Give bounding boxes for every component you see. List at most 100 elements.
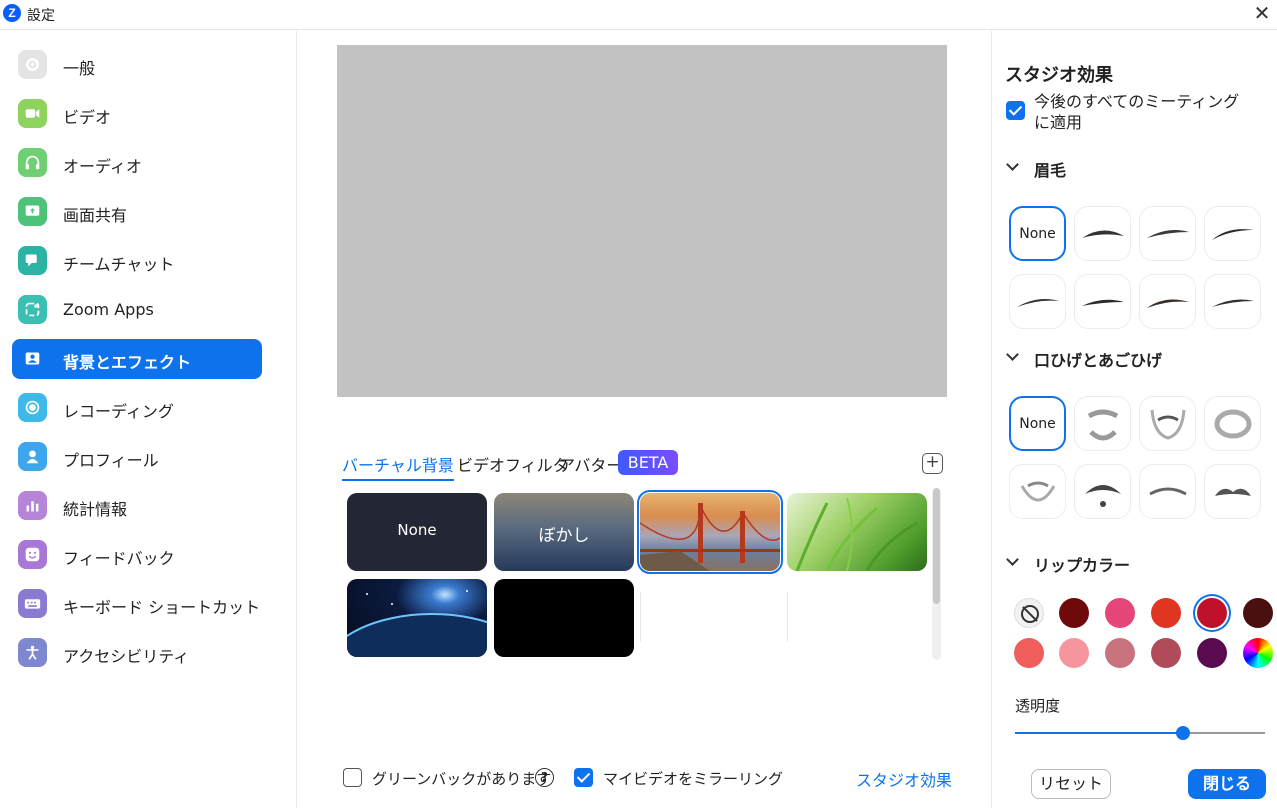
sidebar-item-label: 一般 xyxy=(63,59,96,78)
mustache-none-option[interactable]: None xyxy=(1009,396,1066,451)
eyebrow-none-option[interactable]: None xyxy=(1009,206,1066,261)
eyebrow-option[interactable] xyxy=(1139,206,1196,261)
eyebrow-none-label: None xyxy=(1019,225,1056,242)
sidebar-item-label: レコーディング xyxy=(63,402,174,421)
eyebrow-option[interactable] xyxy=(1139,274,1196,329)
studio-effects-panel: スタジオ効果 今後のすべてのミーティングに適用 眉毛 None 口ひげとあごひげ… xyxy=(991,31,1277,808)
sidebar-item-feedback[interactable]: フィードバック xyxy=(12,535,262,575)
eyebrow-icon xyxy=(1146,299,1189,308)
lip-color-swatch[interactable] xyxy=(1151,598,1181,628)
grass-image xyxy=(795,497,918,571)
close-window-icon[interactable]: ✕ xyxy=(1251,2,1273,24)
sidebar-item-gear[interactable]: 一般 xyxy=(12,45,262,85)
background-earth[interactable] xyxy=(347,579,487,657)
statistics-icon xyxy=(18,491,47,520)
sidebar-item-accessibility[interactable]: アクセシビリティ xyxy=(12,633,262,673)
tab-video-filter[interactable]: ビデオフィルタ xyxy=(457,452,569,476)
chevron-down-icon xyxy=(1006,553,1019,566)
lip-color-swatch[interactable] xyxy=(1243,598,1273,628)
sidebar-item-keyboard[interactable]: キーボード ショートカット xyxy=(12,584,262,624)
chat-icon xyxy=(18,246,47,275)
share-screen-icon xyxy=(18,197,47,226)
mirror-video-checkbox[interactable] xyxy=(574,768,593,787)
sidebar-item-label: チームチャット xyxy=(63,255,175,274)
lip-color-swatch[interactable] xyxy=(1014,638,1044,668)
sidebar-item-label: オーディオ xyxy=(63,157,142,176)
earth-image xyxy=(347,590,487,657)
background-black[interactable] xyxy=(494,579,634,657)
help-icon[interactable]: ? xyxy=(535,768,554,787)
feedback-icon xyxy=(18,540,47,569)
mustache-option[interactable] xyxy=(1204,464,1261,519)
reset-button[interactable]: リセット xyxy=(1031,769,1111,799)
eyebrow-option[interactable] xyxy=(1204,206,1261,261)
background-none[interactable]: None xyxy=(347,493,487,571)
apply-all-checkbox[interactable] xyxy=(1006,101,1025,120)
settings-sidebar: 一般ビデオオーディオ画面共有チームチャット Zoom Apps 背景とエフェクト レコ… xyxy=(0,31,297,808)
sidebar-item-share-screen[interactable]: 画面共有 xyxy=(12,192,262,232)
lip-color-swatch[interactable] xyxy=(1059,598,1089,628)
lip-color-swatch[interactable] xyxy=(1197,638,1227,668)
lip-color-swatch[interactable] xyxy=(1105,638,1135,668)
apply-all-label: 今後のすべてのミーティングに適用 xyxy=(1034,92,1240,132)
mustache-option[interactable] xyxy=(1139,464,1196,519)
eyebrow-option[interactable] xyxy=(1074,206,1131,261)
eyebrow-icon xyxy=(1146,229,1189,238)
beard-option[interactable] xyxy=(1009,464,1066,519)
lip-color-swatch[interactable] xyxy=(1059,638,1089,668)
background-grid: None ぼかし xyxy=(340,486,930,660)
sidebar-item-label: 背景とエフェクト xyxy=(63,353,192,372)
lip-color-swatch[interactable] xyxy=(1197,598,1227,628)
green-screen-checkbox[interactable] xyxy=(343,768,362,787)
profile-icon xyxy=(18,442,47,471)
background-blur[interactable]: ぼかし xyxy=(494,493,634,571)
no-lip-color-icon[interactable] xyxy=(1014,598,1044,628)
eyebrow-option[interactable] xyxy=(1009,274,1066,329)
background-slot-divider xyxy=(787,592,788,642)
mustache-icon xyxy=(1148,487,1187,495)
eyebrow-option[interactable] xyxy=(1204,274,1261,329)
custom-color-wheel[interactable] xyxy=(1243,638,1273,668)
beard-option[interactable] xyxy=(1074,396,1131,451)
background-slot-divider xyxy=(640,592,641,642)
scrollbar-thumb[interactable] xyxy=(933,488,940,604)
studio-effects-link[interactable]: スタジオ効果 xyxy=(856,767,952,791)
sidebar-item-label: Zoom Apps xyxy=(63,300,154,319)
chevron-down-icon xyxy=(1006,348,1019,361)
sidebar-item-apps[interactable]: Zoom Apps xyxy=(12,290,262,330)
tab-virtual-background[interactable]: バーチャル背景 xyxy=(342,452,454,481)
sidebar-item-video-camera[interactable]: ビデオ xyxy=(12,94,262,134)
background-blur-label: ぼかし xyxy=(538,526,590,546)
opacity-slider[interactable] xyxy=(1015,726,1265,740)
close-button[interactable]: 閉じる xyxy=(1188,769,1266,799)
sidebar-item-background[interactable]: 背景とエフェクト xyxy=(12,339,262,379)
opacity-slider-handle[interactable] xyxy=(1175,726,1190,740)
mustache-icon xyxy=(1214,488,1251,496)
gear-icon xyxy=(18,50,47,79)
mirror-video-label: マイビデオをミラーリング xyxy=(603,770,784,788)
sidebar-item-chat[interactable]: チームチャット xyxy=(12,241,262,281)
beard-option[interactable] xyxy=(1204,396,1261,451)
sidebar-item-label: 統計情報 xyxy=(63,500,128,519)
sidebar-item-headphones[interactable]: オーディオ xyxy=(12,143,262,183)
beard-icon xyxy=(1150,409,1185,440)
sidebar-item-profile[interactable]: プロフィール xyxy=(12,437,262,477)
sidebar-item-statistics[interactable]: 統計情報 xyxy=(12,486,262,526)
beard-option[interactable] xyxy=(1139,396,1196,451)
mustache-option[interactable] xyxy=(1074,464,1131,519)
background-golden-gate[interactable] xyxy=(637,490,783,574)
title-bar: Z 設定 ✕ xyxy=(0,0,1277,30)
chevron-down-icon xyxy=(1006,158,1019,171)
beta-badge: BETA xyxy=(618,450,678,475)
sidebar-item-record[interactable]: レコーディング xyxy=(12,388,262,428)
lip-color-swatch[interactable] xyxy=(1105,598,1135,628)
lip-color-swatch[interactable] xyxy=(1151,638,1181,668)
plus-icon[interactable]: + xyxy=(922,453,943,474)
mustache-icon xyxy=(1084,484,1121,507)
sidebar-item-label: ビデオ xyxy=(63,108,112,127)
background-scrollbar[interactable] xyxy=(932,488,941,660)
lip-color-title: リップカラー xyxy=(1034,556,1131,575)
tab-avatar[interactable]: アバター xyxy=(559,452,622,476)
eyebrow-option[interactable] xyxy=(1074,274,1131,329)
background-grass[interactable] xyxy=(787,493,927,571)
